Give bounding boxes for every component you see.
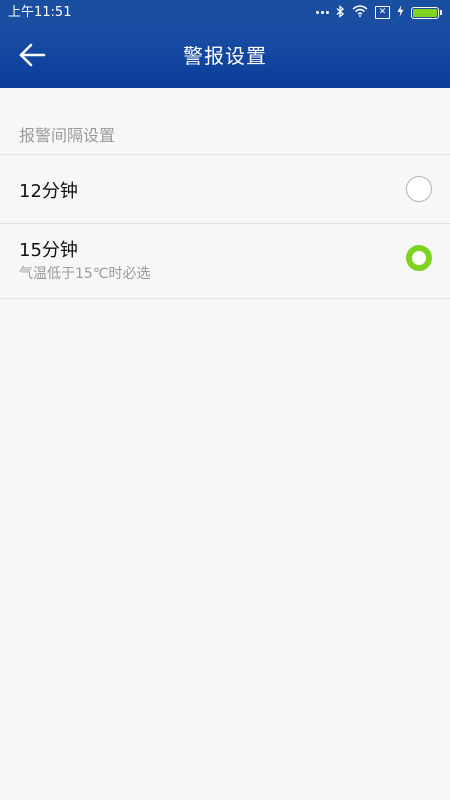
more-notifications-icon bbox=[316, 11, 329, 14]
status-bar: 上午11:51 ✕ bbox=[0, 0, 450, 25]
battery-level-fill bbox=[413, 8, 437, 17]
wifi-icon bbox=[352, 4, 368, 21]
charging-bolt-icon bbox=[397, 4, 404, 21]
radio-button-unselected[interactable] bbox=[406, 176, 432, 202]
radio-button-selected[interactable] bbox=[406, 245, 432, 271]
status-time: 上午11:51 bbox=[8, 5, 72, 20]
option-label: 12分钟 bbox=[19, 181, 78, 202]
bluetooth-icon bbox=[336, 4, 345, 21]
option-15-minutes[interactable]: 15分钟 气温低于15℃时必选 bbox=[0, 224, 450, 299]
option-12-minutes[interactable]: 12分钟 bbox=[0, 155, 450, 224]
section-header: 报警间隔设置 bbox=[0, 88, 450, 155]
no-sim-icon: ✕ bbox=[375, 6, 390, 19]
battery-icon bbox=[411, 6, 442, 19]
option-label: 15分钟 bbox=[19, 240, 78, 261]
status-icons: ✕ bbox=[316, 3, 442, 22]
app-bar: 警报设置 bbox=[0, 25, 450, 88]
option-hint: 气温低于15℃时必选 bbox=[19, 266, 151, 282]
settings-content: 报警间隔设置 12分钟 15分钟 气温低于15℃时必选 bbox=[0, 88, 450, 299]
page-title: 警报设置 bbox=[183, 44, 267, 68]
